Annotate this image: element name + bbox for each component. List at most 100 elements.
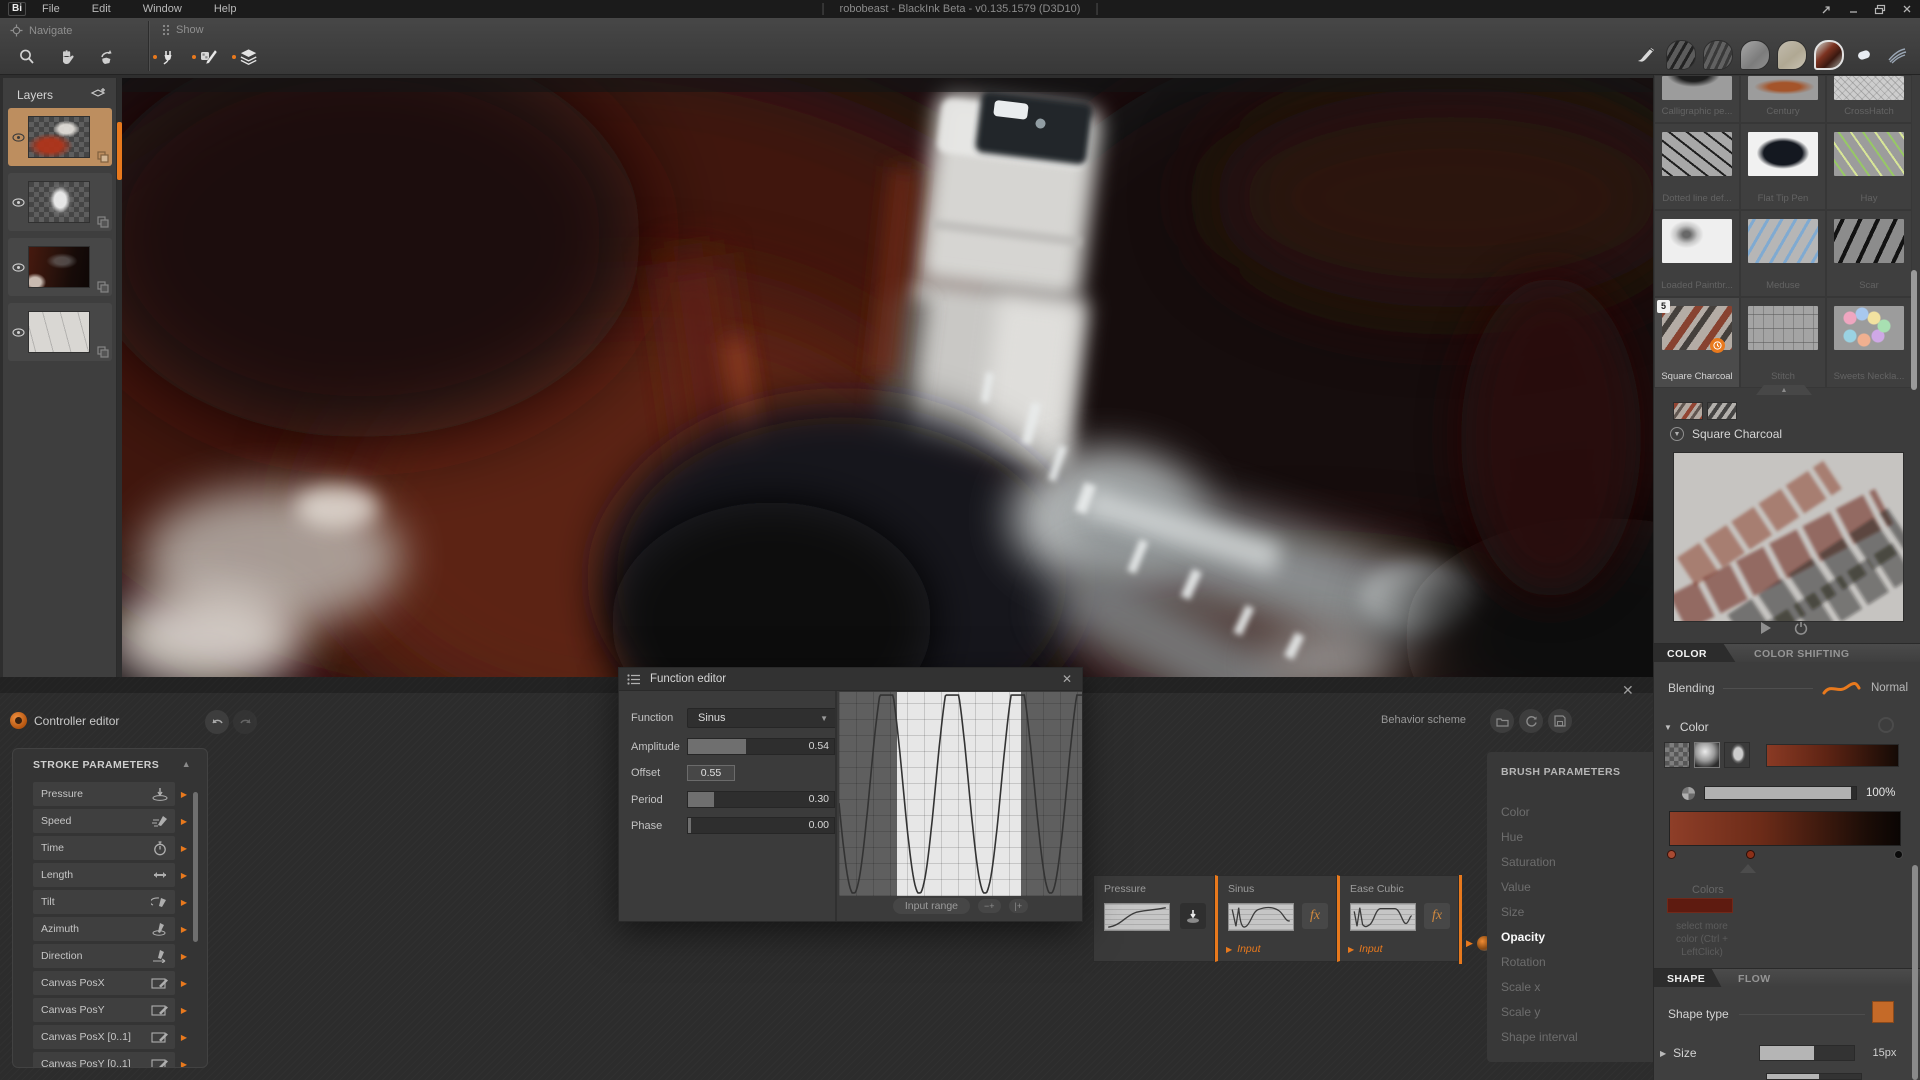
brush-cell-scar[interactable]: Scar (1826, 210, 1912, 297)
eraser-tool-button[interactable] (1851, 42, 1877, 68)
undo-button[interactable] (205, 710, 229, 734)
menu-edit[interactable]: Edit (76, 0, 127, 18)
layer-row-2[interactable] (8, 173, 112, 231)
redo-button[interactable] (233, 710, 257, 734)
brush-cell-stitch[interactable]: Stitch (1740, 297, 1826, 388)
layer-visibility-toggle[interactable] (8, 133, 28, 142)
brush-cell-calligraphic[interactable]: Calligraphic pe... (1654, 75, 1740, 123)
power-toggle-button[interactable] (1794, 621, 1808, 635)
gradient-stop-right[interactable] (1894, 850, 1903, 859)
stroke-param-direction[interactable]: Direction ▶ (33, 944, 175, 968)
gradient-editor-bar[interactable] (1669, 811, 1901, 846)
brush-cell-crosshatch[interactable]: CrossHatch (1826, 75, 1912, 123)
menu-window[interactable]: Window (127, 0, 198, 18)
tab-color-shifting[interactable]: COLOR SHIFTING (1754, 644, 1849, 663)
close-button[interactable] (1900, 2, 1914, 16)
grayscale-picker-button[interactable] (1664, 742, 1690, 768)
preview-collapse-tab[interactable]: ▲ (1756, 385, 1812, 395)
add-layer-button[interactable] (90, 87, 106, 102)
drag-handle-icon[interactable]: ▶ (181, 817, 187, 826)
node-pressure[interactable]: Pressure (1093, 875, 1215, 962)
load-scheme-button[interactable] (1490, 709, 1514, 733)
drag-handle-icon[interactable]: ▶ (181, 844, 187, 853)
layer-options-icon[interactable] (97, 151, 109, 163)
pan-tool-button[interactable] (54, 44, 80, 70)
brush-param-saturation[interactable]: Saturation (1487, 850, 1653, 875)
chevron-circle-icon[interactable]: ▼ (1670, 427, 1684, 441)
rotate-view-tool-button[interactable] (94, 44, 120, 70)
zoom-out-button[interactable]: −+ (978, 899, 1001, 913)
drag-handle-icon[interactable]: ▶ (181, 1033, 187, 1042)
period-slider[interactable]: 0.30 (687, 791, 835, 808)
brush-cell-loaded-paintbrush[interactable]: Loaded Paintbr... (1654, 210, 1740, 297)
node-sinus[interactable]: Sinus fx ▶Input (1215, 875, 1337, 962)
brush-param-hue[interactable]: Hue (1487, 825, 1653, 850)
layer-row-1-selected[interactable] (8, 108, 112, 166)
sphere-picker-button[interactable] (1694, 742, 1720, 768)
color-section-header[interactable]: ▼ Color (1664, 720, 1709, 734)
brush-cell-sweets-necklace[interactable]: Sweets Neckla... (1826, 297, 1912, 388)
shape-type-swatch[interactable] (1872, 1001, 1894, 1023)
drag-handle-icon[interactable]: ▶ (181, 898, 187, 907)
node-input-port[interactable]: ▶Input (1226, 943, 1261, 955)
stroke-param-time[interactable]: Time ▶ (33, 836, 175, 860)
brush-grid-scrollbar[interactable] (1911, 270, 1917, 390)
phase-slider[interactable]: 0.00 (687, 817, 835, 834)
stroke-param-canvas-posy[interactable]: Canvas PosY ▶ (33, 998, 175, 1022)
tab-color[interactable]: COLOR (1654, 644, 1736, 663)
preview-variant-dark[interactable] (1707, 402, 1737, 420)
gradient-stop-middle[interactable] (1746, 850, 1755, 859)
layer-options-icon[interactable] (97, 346, 109, 358)
drag-handle-icon[interactable]: ▶ (181, 1006, 187, 1015)
fullscreen-button[interactable] (1819, 2, 1833, 16)
brush-param-opacity-selected[interactable]: Opacity (1487, 925, 1653, 950)
brush-preset-4[interactable] (1777, 40, 1807, 70)
offset-input[interactable]: 0.55 (687, 765, 735, 781)
brush-cell-square-charcoal-selected[interactable]: 5 Square Charcoal (1654, 297, 1740, 388)
brush-preset-2[interactable] (1703, 40, 1733, 70)
stroke-param-length[interactable]: Length ▶ (33, 863, 175, 887)
brush-param-color[interactable]: Color (1487, 800, 1653, 825)
drag-handle-icon[interactable]: ▶ (181, 979, 187, 988)
stroke-param-speed[interactable]: Speed ▶ (33, 809, 175, 833)
menu-help[interactable]: Help (198, 0, 253, 18)
play-preview-button[interactable] (1759, 621, 1772, 635)
partial-slider[interactable] (1766, 1073, 1862, 1080)
menu-file[interactable]: File (26, 0, 76, 18)
stroke-param-azimuth[interactable]: Azimuth ▶ (33, 917, 175, 941)
layer-visibility-toggle[interactable] (8, 328, 28, 337)
save-scheme-button[interactable] (1548, 709, 1572, 733)
preview-variant-red[interactable] (1673, 402, 1703, 420)
brush-cell-hay[interactable]: Hay (1826, 123, 1912, 210)
collapse-chevron-icon[interactable]: ▲ (182, 759, 191, 769)
controller-close-button[interactable]: ✕ (1622, 682, 1634, 699)
canvas-viewport[interactable] (122, 78, 1653, 677)
show-connectors-button[interactable] (152, 44, 178, 70)
drag-handle-icon[interactable]: ▶ (181, 790, 187, 799)
zoom-in-button[interactable]: |+ (1009, 899, 1029, 913)
color-wheel-icon[interactable] (1682, 787, 1695, 800)
amplitude-slider[interactable]: 0.54 (687, 738, 835, 755)
app-logo[interactable]: Bi (8, 2, 26, 16)
size-slider[interactable] (1759, 1045, 1855, 1061)
brush-cell-century[interactable]: Century (1740, 75, 1826, 123)
drag-handle-icon[interactable]: ▶ (181, 952, 187, 961)
show-layers-button[interactable] (232, 44, 258, 70)
stroke-list-scrollbar[interactable] (193, 792, 198, 942)
saved-color-swatch[interactable] (1667, 898, 1733, 913)
canvas-painting[interactable] (122, 78, 1653, 677)
brush-param-value[interactable]: Value (1487, 875, 1653, 900)
layer-options-icon[interactable] (97, 281, 109, 293)
function-select[interactable]: Sinus ▼ (687, 708, 837, 728)
expand-triangle-icon[interactable]: ▶ (1660, 1049, 1666, 1058)
brush-preset-1[interactable] (1666, 40, 1696, 70)
brush-param-rotation[interactable]: Rotation (1487, 950, 1653, 975)
show-color-button[interactable] (192, 44, 218, 70)
brush-tool-button[interactable] (1633, 42, 1659, 68)
stroke-param-canvas-posy-01[interactable]: Canvas PosY [0..1] ▶ (33, 1052, 175, 1068)
gradient-stop-left[interactable] (1667, 850, 1676, 859)
smudge-tool-button[interactable] (1884, 42, 1910, 68)
drag-handle-icon[interactable]: ▶ (181, 925, 187, 934)
layer-row-4[interactable] (8, 303, 112, 361)
restore-button[interactable] (1873, 2, 1887, 16)
